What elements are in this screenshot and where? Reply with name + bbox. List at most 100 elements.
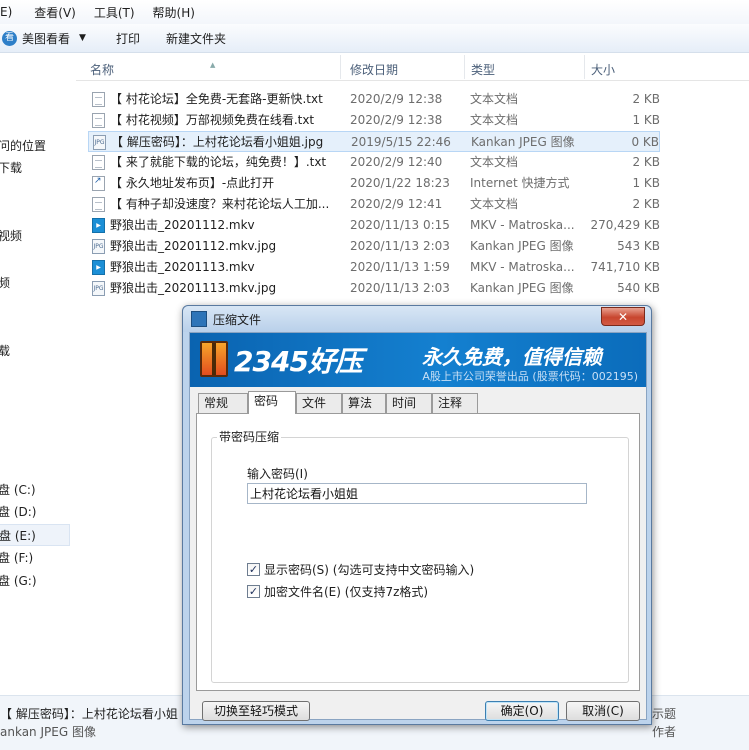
file-type: Internet 快捷方式 <box>470 176 570 190</box>
file-size: 543 KB <box>617 239 660 253</box>
brand-slogan: 永久免费，值得信赖 <box>422 345 602 369</box>
status-filetype: ankan JPEG 图像 <box>0 725 96 739</box>
dialog-title: 压缩文件 <box>213 313 262 327</box>
file-name: 野狼出击_20201113.mkv.jpg <box>110 281 277 295</box>
password-label: 输入密码(I) <box>247 467 308 481</box>
show-password-checkbox-row[interactable]: ✓ 显示密码(S) (勾选可支持中文密码输入) <box>247 561 474 578</box>
video-file-icon: ▶ <box>92 218 105 233</box>
tab-algorithm[interactable]: 算法 <box>342 393 386 413</box>
password-input[interactable] <box>247 483 587 504</box>
status-author-label: 作者 <box>652 725 677 739</box>
nav-item-drive-c[interactable]: 盘 (C:) <box>0 479 70 501</box>
column-header: ▲ 名称 修改日期 类型 大小 <box>76 53 749 81</box>
column-type[interactable]: 类型 <box>471 61 495 78</box>
cancel-button[interactable]: 取消(C) <box>566 701 640 721</box>
tab-general[interactable]: 常规 <box>198 393 248 413</box>
status-title-label: 示题 <box>652 707 677 721</box>
lite-mode-button[interactable]: 切换至轻巧模式 <box>202 701 310 721</box>
file-size: 2 KB <box>632 155 660 169</box>
show-password-checkbox[interactable]: ✓ <box>247 563 260 576</box>
column-date[interactable]: 修改日期 <box>350 61 398 78</box>
encrypt-names-label: 加密文件名(E) (仅支持7z格式) <box>264 585 429 599</box>
file-row[interactable]: 【 有种子却没速度？来村花论坛人工加... 2020/2/9 12:41 文本文… <box>88 194 660 215</box>
file-size: 741,710 KB <box>590 260 660 274</box>
file-row[interactable]: 【 来了就能下载的论坛，纯免费！】.txt 2020/2/9 12:40 文本文… <box>88 152 660 173</box>
navigation-pane: 问的位置 下载 视频 频 载 盘 (C:) 盘 (D:) 盘 (E:) 盘 (F… <box>0 53 72 695</box>
file-name: 【 村花视频】万部视频免费在线看.txt <box>110 113 315 127</box>
file-name: 【 永久地址发布页】-点此打开 <box>110 176 275 190</box>
file-row[interactable]: ▶ 野狼出击_20201113.mkv 2020/11/13 1:59 MKV … <box>88 257 660 278</box>
file-name: 【 解压密码】：上村花论坛看小姐姐.jpg <box>111 135 324 149</box>
status-filename: 【 解压密码】：上村花论坛看小姐 <box>0 707 178 721</box>
brand-banner: 2345好压 永久免费，值得信赖 A股上市公司荣誉出品 (股票代码：002195… <box>190 333 646 387</box>
dialog-body: 2345好压 永久免费，值得信赖 A股上市公司荣誉出品 (股票代码：002195… <box>189 332 647 721</box>
tab-password[interactable]: 密码 <box>248 391 296 414</box>
column-size[interactable]: 大小 <box>591 61 615 78</box>
file-type: MKV - Matroska... <box>470 260 575 274</box>
column-separator[interactable] <box>584 55 585 79</box>
file-type: Kankan JPEG 图像 <box>470 239 574 253</box>
new-folder-button[interactable]: 新建文件夹 <box>166 30 226 47</box>
jpeg-file-icon: JPG <box>93 135 106 150</box>
file-type: 文本文档 <box>470 155 519 169</box>
toolbar: 看 美图看看 ▼ 打印 新建文件夹 <box>0 24 749 53</box>
viewer-button[interactable]: 看 美图看看 ▼ <box>2 30 86 47</box>
file-row[interactable]: JPG 野狼出击_20201112.mkv.jpg 2020/11/13 2:0… <box>88 236 660 257</box>
file-date: 2020/11/13 1:59 <box>350 260 450 274</box>
show-password-label: 显示密码(S) (勾选可支持中文密码输入) <box>264 563 475 577</box>
tab-files[interactable]: 文件 <box>296 393 342 413</box>
nav-item-drive-d[interactable]: 盘 (D:) <box>0 501 70 523</box>
file-row[interactable]: 【 永久地址发布页】-点此打开 2020/1/22 18:23 Internet… <box>88 171 660 194</box>
column-separator[interactable] <box>340 55 341 79</box>
tab-comment[interactable]: 注释 <box>432 393 478 413</box>
text-file-icon <box>92 92 105 107</box>
encrypt-names-checkbox[interactable]: ✓ <box>247 585 260 598</box>
file-size: 270,429 KB <box>590 218 660 232</box>
file-row-selected[interactable]: JPG 【 解压密码】：上村花论坛看小姐姐.jpg 2019/5/15 22:4… <box>88 131 660 152</box>
nav-item-drive-e[interactable]: 盘 (E:) <box>0 524 70 546</box>
nav-item-drive-g[interactable]: 盘 (G:) <box>0 570 70 592</box>
file-date: 2019/5/15 22:46 <box>351 135 451 149</box>
menu-help[interactable]: 帮助(H) <box>147 4 207 21</box>
nav-item-videos[interactable]: 视频 <box>0 225 70 247</box>
file-row[interactable]: JPG 野狼出击_20201113.mkv.jpg 2020/11/13 2:0… <box>88 278 660 299</box>
file-size: 2 KB <box>632 92 660 106</box>
file-row[interactable]: ▶ 野狼出击_20201112.mkv 2020/11/13 0:15 MKV … <box>88 215 660 236</box>
file-date: 2020/11/13 2:03 <box>350 281 450 295</box>
menu-edit[interactable]: E) <box>0 5 28 19</box>
file-name: 野狼出击_20201112.mkv.jpg <box>110 239 277 253</box>
haozip-logo-icon <box>200 341 228 377</box>
encrypt-names-checkbox-row[interactable]: ✓ 加密文件名(E) (仅支持7z格式) <box>247 583 428 600</box>
sort-arrow-icon: ▲ <box>210 61 216 69</box>
file-row[interactable]: 【 村花视频】万部视频免费在线看.txt 2020/2/9 12:38 文本文档… <box>88 110 660 131</box>
dialog-titlebar[interactable]: 压缩文件 ✕ <box>183 306 651 332</box>
file-date: 2020/1/22 18:23 <box>350 176 450 190</box>
file-size: 2 KB <box>632 197 660 211</box>
file-name: 野狼出击_20201112.mkv <box>110 218 255 232</box>
text-file-icon <box>92 155 105 170</box>
nav-item-video2[interactable]: 频 <box>0 272 70 294</box>
nav-item-recent[interactable]: 问的位置 <box>0 135 70 157</box>
nav-item-drive-f[interactable]: 盘 (F:) <box>0 547 70 569</box>
nav-item-download2[interactable]: 载 <box>0 340 70 362</box>
file-size: 1 KB <box>632 113 660 127</box>
file-type: 文本文档 <box>470 113 519 127</box>
compress-dialog: 压缩文件 ✕ 2345好压 永久免费，值得信赖 A股上市公司荣誉出品 (股票代码… <box>182 305 652 725</box>
ok-button[interactable]: 确定(O) <box>485 701 559 721</box>
column-name[interactable]: 名称 <box>90 61 114 78</box>
tab-time[interactable]: 时间 <box>386 393 432 413</box>
close-button[interactable]: ✕ <box>601 307 645 326</box>
text-file-icon <box>92 113 105 128</box>
password-panel: 带密码压缩 输入密码(I) ✓ 显示密码(S) (勾选可支持中文密码输入) ✓ … <box>196 413 640 691</box>
file-row[interactable]: 【 村花论坛】全免费-无套路-更新快.txt 2020/2/9 12:38 文本… <box>88 89 660 110</box>
menu-view[interactable]: 查看(V) <box>28 4 88 21</box>
menu-tools[interactable]: 工具(T) <box>88 4 147 21</box>
nav-item-downloads[interactable]: 下载 <box>0 157 70 179</box>
print-button[interactable]: 打印 <box>116 30 140 47</box>
file-type: MKV - Matroska... <box>470 218 575 232</box>
column-separator[interactable] <box>464 55 465 79</box>
file-name: 【 来了就能下载的论坛，纯免费！】.txt <box>110 155 327 169</box>
menu-bar: E) 查看(V) 工具(T) 帮助(H) <box>0 0 749 24</box>
brand-subtag: A股上市公司荣誉出品 (股票代码：002195) <box>422 370 638 383</box>
chevron-down-icon[interactable]: ▼ <box>79 33 86 43</box>
